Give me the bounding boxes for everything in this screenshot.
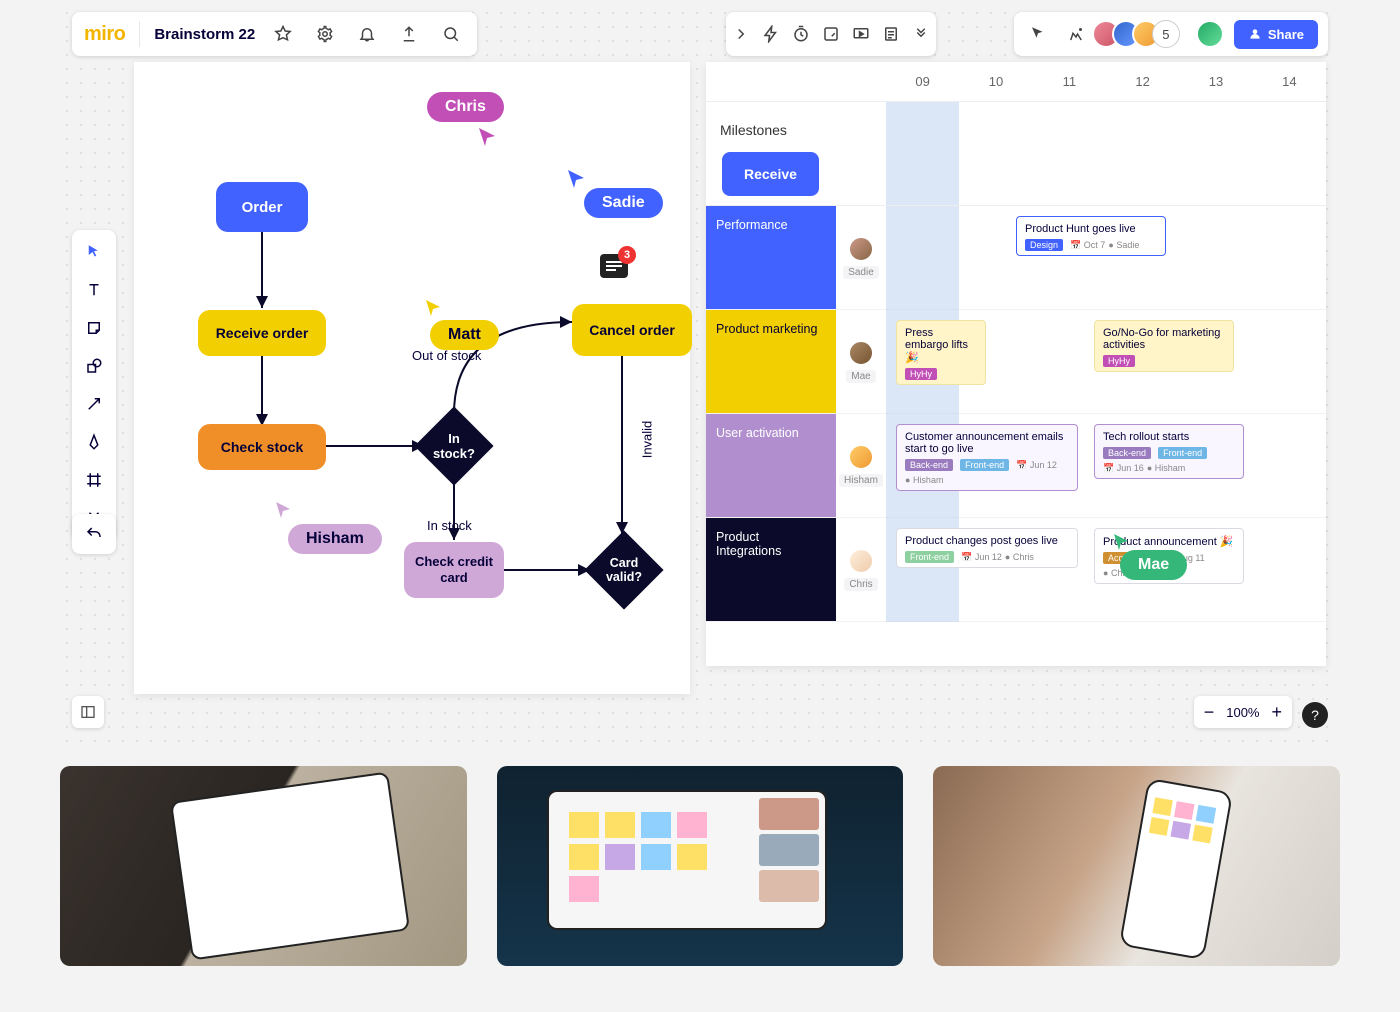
- flowchart-frame[interactable]: Order Receive order Check stock In stock…: [134, 62, 690, 694]
- gallery-phone: [933, 766, 1340, 966]
- pen-tool-icon[interactable]: [80, 428, 108, 456]
- card-embargo[interactable]: Press embargo lifts 🎉 HyHy: [896, 320, 986, 385]
- bolt-icon[interactable]: [757, 20, 785, 48]
- topbar-center: [726, 12, 936, 56]
- present-icon[interactable]: [847, 20, 875, 48]
- collaborator-avatars[interactable]: 5: [1100, 20, 1180, 48]
- cursor-chris: Chris: [427, 92, 504, 122]
- cursor-hisham: Hisham: [288, 524, 382, 554]
- export-icon[interactable]: [395, 20, 423, 48]
- node-check-cc[interactable]: Check credit card: [404, 542, 504, 598]
- milestones-label: Milestones: [720, 122, 787, 138]
- board-name[interactable]: Brainstorm 22: [154, 26, 255, 43]
- avatar: [848, 236, 874, 262]
- avatar: [848, 444, 874, 470]
- divider: [139, 21, 140, 47]
- node-check-stock[interactable]: Check stock: [198, 424, 326, 470]
- label-out-of-stock: Out of stock: [412, 348, 481, 363]
- timeline-frame[interactable]: 09 10 11 12 13 14 Milestones Receive: [706, 62, 1326, 666]
- timeline-col-12: 12: [1106, 74, 1179, 89]
- zoom-in-button[interactable]: +: [1271, 702, 1282, 723]
- sticky-tool-icon[interactable]: [80, 314, 108, 342]
- node-order[interactable]: Order: [216, 182, 308, 232]
- settings-icon[interactable]: [311, 20, 339, 48]
- milestone-receive[interactable]: Receive: [722, 152, 819, 196]
- timeline-header: 09 10 11 12 13 14: [706, 62, 1326, 102]
- avatar: [848, 340, 874, 366]
- arrow-tool-icon[interactable]: [80, 390, 108, 418]
- current-user-avatar[interactable]: [1196, 20, 1224, 48]
- card-announcement-emails[interactable]: Customer announcement emails start to go…: [896, 424, 1078, 491]
- card-tech-rollout[interactable]: Tech rollout starts Back-end Front-end 📅…: [1094, 424, 1244, 479]
- node-cancel-order[interactable]: Cancel order: [572, 304, 692, 356]
- star-icon[interactable]: [269, 20, 297, 48]
- timeline-body: Performance Sadie Product Hunt goes live…: [706, 206, 1326, 622]
- card-gonogo[interactable]: Go/No-Go for marketing activities HyHy: [1094, 320, 1234, 372]
- share-label: Share: [1268, 27, 1304, 42]
- bell-icon[interactable]: [353, 20, 381, 48]
- topbar-left: miro Brainstorm 22: [72, 12, 477, 56]
- select-tool-icon[interactable]: [80, 238, 108, 266]
- undo-button[interactable]: [72, 514, 116, 554]
- comment-indicator[interactable]: 3: [600, 254, 628, 278]
- avatar: [848, 548, 874, 574]
- milestones-row: Milestones Receive: [706, 102, 1326, 206]
- frames-panel-button[interactable]: [72, 696, 104, 728]
- zoom-controls: − 100% +: [1194, 696, 1292, 728]
- timeline-row-marketing: Product marketing Mae Press embargo lift…: [706, 310, 1326, 414]
- share-button[interactable]: Share: [1234, 20, 1318, 49]
- chevron-right-icon[interactable]: [727, 20, 755, 48]
- timeline-row-activation: User activation Hisham Customer announce…: [706, 414, 1326, 518]
- reactions-icon[interactable]: [1062, 20, 1090, 48]
- more-chevrons-icon[interactable]: [907, 20, 935, 48]
- timeline-col-11: 11: [1033, 74, 1106, 89]
- timeline-col-13: 13: [1179, 74, 1252, 89]
- note-list-icon[interactable]: [877, 20, 905, 48]
- label-in-stock: In stock: [427, 518, 472, 533]
- left-toolbar: [72, 230, 116, 540]
- flowchart-connectors: [134, 62, 690, 694]
- timeline-row-performance: Performance Sadie Product Hunt goes live…: [706, 206, 1326, 310]
- card-product-changes[interactable]: Product changes post goes live Front-end…: [896, 528, 1078, 568]
- shape-tool-icon[interactable]: [80, 352, 108, 380]
- frame-tool-icon[interactable]: [80, 466, 108, 494]
- comment-count-badge: 3: [618, 246, 636, 264]
- topbar-right: 5 Share: [1014, 12, 1328, 56]
- node-receive-order[interactable]: Receive order: [198, 310, 326, 356]
- device-gallery: [60, 766, 1340, 966]
- cursor-tool-icon[interactable]: [1024, 20, 1052, 48]
- gallery-tablet: [60, 766, 467, 966]
- timeline-row-integrations: Product Integrations Chris Product chang…: [706, 518, 1326, 622]
- timeline-col-09: 09: [886, 74, 959, 89]
- cursor-sadie: Sadie: [584, 188, 663, 218]
- timeline-col-14: 14: [1253, 74, 1326, 89]
- card-product-hunt[interactable]: Product Hunt goes live Design 📅 Oct 7 ● …: [1016, 216, 1166, 256]
- timeline-col-10: 10: [959, 74, 1032, 89]
- gallery-tv: [497, 766, 904, 966]
- miro-logo[interactable]: miro: [84, 23, 125, 46]
- cursor-matt: Matt: [430, 320, 499, 350]
- cursor-mae: Mae: [1120, 550, 1187, 580]
- text-tool-icon[interactable]: [80, 276, 108, 304]
- search-icon[interactable]: [437, 20, 465, 48]
- timer-icon[interactable]: [787, 20, 815, 48]
- embed-icon[interactable]: [817, 20, 845, 48]
- label-invalid: Invalid: [639, 421, 654, 459]
- help-button[interactable]: ?: [1302, 702, 1328, 728]
- zoom-out-button[interactable]: −: [1204, 702, 1215, 723]
- zoom-level[interactable]: 100%: [1226, 705, 1259, 720]
- avatar-count[interactable]: 5: [1152, 20, 1180, 48]
